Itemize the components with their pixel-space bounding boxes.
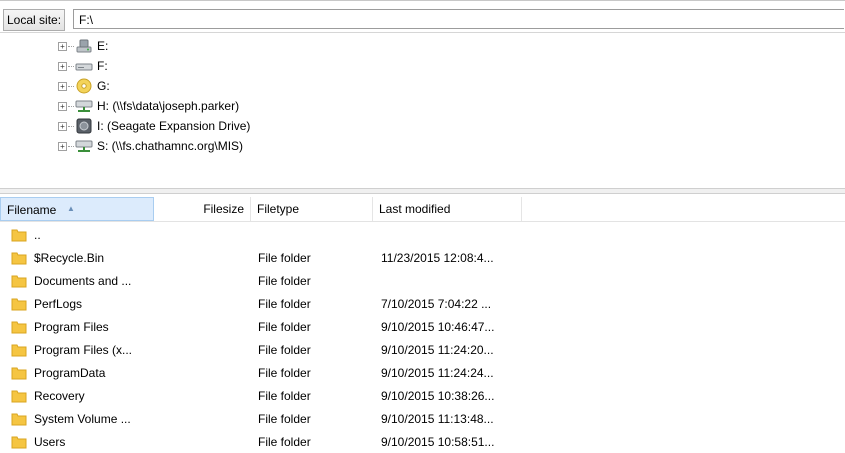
tree-item-label: H: (\\fs\data\joseph.parker) [97,99,240,113]
folder-icon [11,367,27,380]
expand-icon[interactable]: + [58,42,67,51]
file-row[interactable]: PerfLogs File folder 7/10/2015 7:04:22 .… [0,293,845,315]
folder-icon [11,275,27,288]
usb-drive-icon [76,39,92,53]
tree-item-label: E: [97,39,109,53]
expand-icon[interactable]: + [58,102,67,111]
expand-icon[interactable]: + [58,62,67,71]
tree-item-label: G: [97,79,110,93]
folder-icon [11,413,27,426]
file-row[interactable]: $Recycle.Bin File folder 11/23/2015 12:0… [0,247,845,269]
top-border [0,0,845,1]
file-row[interactable]: ProgramData File folder 9/10/2015 11:24:… [0,362,845,384]
column-last-modified[interactable]: Last modified [373,197,522,221]
expand-icon[interactable]: + [58,122,67,131]
file-row[interactable]: Program Files (x... File folder 9/10/201… [0,339,845,361]
file-row[interactable]: Users File folder 9/10/2015 10:58:51... [0,431,845,453]
expand-icon[interactable]: + [58,142,67,151]
file-row[interactable]: System Volume ... File folder 9/10/2015 … [0,408,845,430]
local-site-path-input[interactable]: F:\ [73,9,844,29]
local-site-label: Local site: [3,9,66,31]
file-row[interactable]: Program Files File folder 9/10/2015 10:4… [0,316,845,338]
folder-icon [11,321,27,334]
column-filesize[interactable]: Filesize [154,197,251,221]
tree-item-label: F: [97,59,108,73]
file-list-header: ▲ Filename Filesize Filetype Last modifi… [0,197,845,222]
sort-ascending-icon: ▲ [67,204,75,213]
folder-icon [11,298,27,311]
tree-item-label: I: (Seagate Expansion Drive) [97,119,251,133]
file-row[interactable]: .. [0,224,845,246]
tree-item-label: S: (\\fs.chathamnc.org\MIS) [97,139,244,153]
folder-icon [11,344,27,357]
folder-icon [11,229,27,242]
file-row[interactable]: Recovery File folder 9/10/2015 10:38:26.… [0,385,845,407]
network-drive-icon [75,140,93,152]
dvd-drive-icon [76,78,92,94]
directory-tree: + E: + F: + G: + H: (\\fs\data\joseph.pa… [0,36,845,174]
local-site-bar: Local site: F:\ [0,7,845,33]
network-drive-icon [75,100,93,112]
folder-icon [11,252,27,265]
external-drive-icon [76,118,92,134]
file-row[interactable]: Documents and ... File folder [0,270,845,292]
hard-drive-icon [75,63,93,71]
folder-icon [11,436,27,449]
column-filename[interactable]: ▲ Filename [0,197,154,221]
pane-splitter[interactable] [0,188,845,194]
expand-icon[interactable]: + [58,82,67,91]
folder-icon [11,390,27,403]
column-filetype[interactable]: Filetype [251,197,373,221]
